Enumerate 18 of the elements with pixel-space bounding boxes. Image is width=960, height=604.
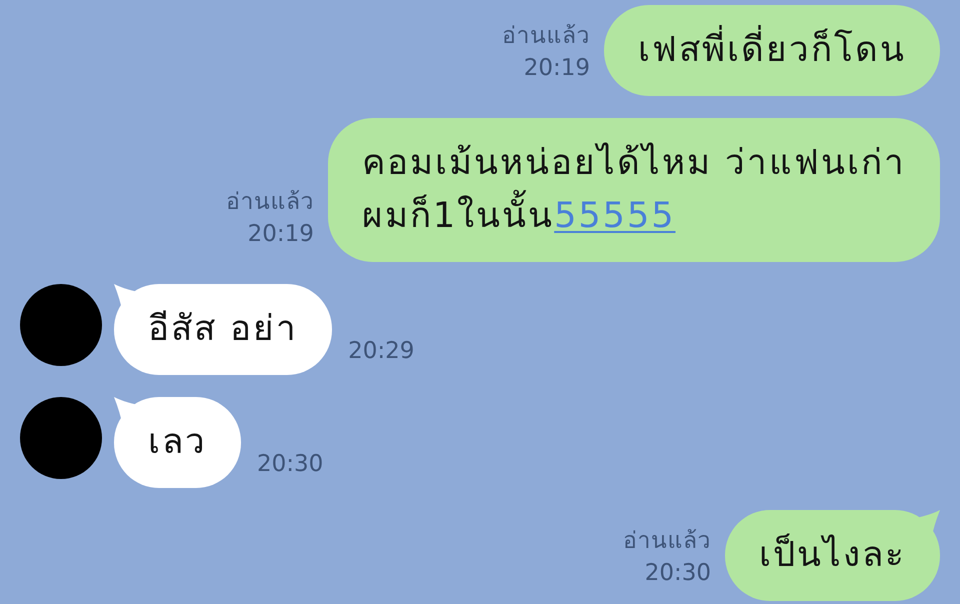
timestamp: 20:30 — [644, 559, 711, 588]
timestamp: 20:29 — [348, 338, 414, 364]
message-text: คอมเม้นหน่อยได้ไหม ว่าแฟนเก่า ผมก็1ในนั้น55555 — [362, 142, 906, 238]
message-bubble[interactable]: อีสัส อย่า — [114, 284, 332, 375]
read-receipt: อ่านแล้ว — [502, 22, 590, 51]
timestamp: 20:19 — [248, 220, 314, 249]
timestamp: 20:19 — [524, 54, 590, 83]
read-receipt: อ่านแล้ว — [226, 188, 314, 217]
timestamp: 20:30 — [257, 451, 324, 477]
read-receipt: อ่านแล้ว — [623, 527, 711, 556]
message-text: เฟสพี่เดี่ยวก็โดน — [638, 24, 906, 77]
message-bubble[interactable]: คอมเม้นหน่อยได้ไหม ว่าแฟนเก่า ผมก็1ในนั้น55555 — [328, 118, 940, 262]
message-bubble[interactable]: เป็นไงละ — [725, 510, 940, 601]
message-bubble[interactable]: เลว — [114, 397, 241, 488]
message-text: เป็นไงละ — [759, 532, 906, 577]
message-text: อีสัส อย่า — [148, 308, 298, 351]
message-bubble[interactable]: เฟสพี่เดี่ยวก็โดน — [604, 5, 940, 96]
message-text: เลว — [148, 421, 207, 464]
